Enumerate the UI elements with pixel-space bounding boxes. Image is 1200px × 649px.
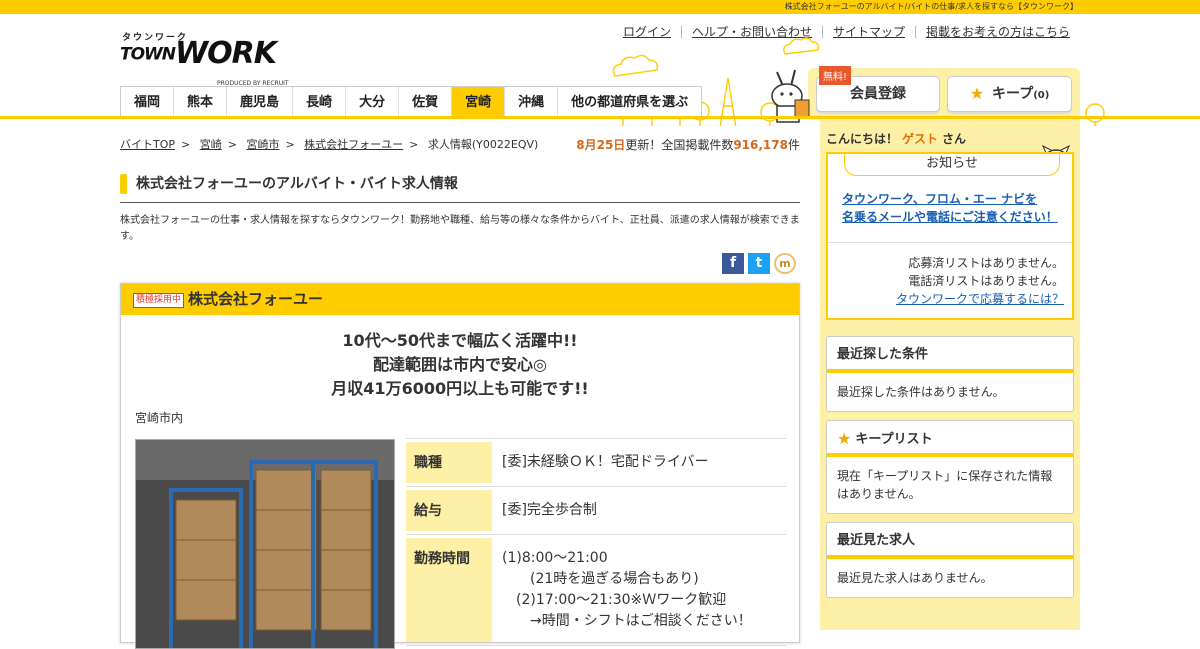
page-title: 株式会社フォーユーのアルバイト・バイト求人情報 <box>120 174 800 203</box>
tab-other-prefectures[interactable]: 他の都道府県を選ぶ <box>557 87 701 118</box>
row-label: 給与 <box>406 490 492 531</box>
townwork-logo[interactable]: タウンワーク TOWNWORK PRODUCED BY RECRUIT <box>120 30 296 87</box>
breadcrumb-item[interactable]: 宮崎 <box>200 138 222 151</box>
tab-miyazaki[interactable]: 宮崎 <box>451 87 505 118</box>
table-row: 職種 [委]未経験ＯＫ！宅配ドライバー <box>406 439 786 487</box>
job-location: 宮崎市内 <box>135 411 184 425</box>
tab-kagoshima[interactable]: 鹿児島 <box>226 87 292 118</box>
application-status: 応募済リストはありません。 電話済リストはありません。 タウンワークで応募するに… <box>895 256 1064 306</box>
mascot-dog-icon <box>771 69 810 123</box>
hiring-badge: 積極採用中 <box>133 293 185 308</box>
recent-search-body: 最近探した条件はありません。 <box>837 385 1005 399</box>
keep-list-title: ★ キープリスト <box>827 421 1073 457</box>
tab-saga[interactable]: 佐賀 <box>398 87 451 118</box>
recent-viewed-body: 最近見た求人はありません。 <box>837 571 993 585</box>
job-card-header: 積極採用中 株式会社フォーユー <box>121 284 799 315</box>
page-description: 株式会社フォーユーの仕事・求人情報を探すならタウンワーク！勤務地や職種、給与等の… <box>120 215 800 242</box>
breadcrumb-item[interactable]: バイトTOP <box>120 138 175 151</box>
table-row: 給与 [委]完全歩合制 <box>406 487 786 535</box>
tab-okinawa[interactable]: 沖縄 <box>504 87 557 118</box>
social-share: f t m <box>722 253 796 274</box>
job-details-table: 職種 [委]未経験ＯＫ！宅配ドライバー 給与 [委]完全歩合制 勤務時間 (1)… <box>406 438 786 646</box>
job-card: 積極採用中 株式会社フォーユー 10代～50代まで幅広く活躍中!! 配達範囲は市内… <box>120 283 800 649</box>
divider <box>828 242 1072 243</box>
top-banner-text: 株式会社フォーユーのアルバイト/バイトの仕事/求人を探すなら【タウンワーク】 <box>0 0 1200 14</box>
prefecture-tabs: 福岡 熊本 鹿児島 長崎 大分 佐賀 宮崎 沖縄 他の都道府県を選ぶ <box>120 86 703 118</box>
free-badge: 無料! <box>819 66 852 85</box>
company-name[interactable]: 株式会社フォーユー <box>188 290 323 308</box>
row-value: [委]未経験ＯＫ！宅配ドライバー <box>502 454 709 470</box>
row-label: 勤務時間 <box>406 538 492 642</box>
keep-list-body: 現在「キープリスト」に保存された情報はありません。 <box>837 469 1053 501</box>
keep-button[interactable]: ★ キープ(0) <box>947 76 1072 112</box>
tab-kumamoto[interactable]: 熊本 <box>173 87 226 118</box>
notice-box: お知らせ タウンワーク、フロム・エー ナビを 名乗るメールや電話にご注意ください… <box>826 152 1074 320</box>
breadcrumb: バイトTOP > 宮崎 > 宮崎市 > 株式会社フォーユー > 求人情報(Y0022EQ… <box>120 138 539 151</box>
keep-list-box: ★ キープリスト 現在「キープリスト」に保存された情報はありません。 <box>826 420 1074 514</box>
greeting: こんにちは！ ゲスト さん <box>826 132 967 146</box>
site-header: タウンワーク TOWNWORK PRODUCED BY RECRUIT ログイン… <box>0 14 1200 126</box>
sidebar: こんにちは！ ゲスト さん お知らせ タウンワーク、フロム・エー ナビを 名乗るメー… <box>820 119 1080 630</box>
star-icon: ★ <box>969 84 985 103</box>
recent-viewed-box: 最近見た求人 最近見た求人はありません。 <box>826 522 1074 598</box>
star-icon: ★ <box>837 429 852 448</box>
update-info: 8月25日更新！全国掲載件数916,178件 <box>576 138 800 152</box>
breadcrumb-item[interactable]: 宮崎市 <box>246 138 279 151</box>
tab-oita[interactable]: 大分 <box>345 87 398 118</box>
tab-nagasaki[interactable]: 長崎 <box>292 87 345 118</box>
tab-fukuoka[interactable]: 福岡 <box>121 87 173 118</box>
table-row: 勤務時間 (1)8:00～21:00 (21時を過ぎる場合もあり) (2)17:… <box>406 535 786 646</box>
recent-search-box: 最近探した条件 最近探した条件はありません。 <box>826 336 1074 412</box>
row-value: [委]完全歩合制 <box>502 502 597 518</box>
notice-warning-link[interactable]: タウンワーク、フロム・エー ナビを 名乗るメールや電話にご注意ください！ <box>842 190 1072 226</box>
row-value: (1)8:00～21:00 (21時を過ぎる場合もあり) (2)17:00～21… <box>502 550 752 629</box>
mixi-icon[interactable]: m <box>774 253 796 274</box>
job-catchphrase: 10代～50代まで幅広く活躍中!! 配達範囲は市内で安心◎ 月収41万6000円… <box>331 331 589 398</box>
job-photo <box>135 439 395 649</box>
recent-search-title: 最近探した条件 <box>827 337 1073 373</box>
row-label: 職種 <box>406 442 492 483</box>
recent-viewed-title: 最近見た求人 <box>827 523 1073 559</box>
facebook-icon[interactable]: f <box>722 253 744 274</box>
notice-title: お知らせ <box>844 154 1060 176</box>
breadcrumb-current: 求人情報(Y0022EQV) <box>427 138 539 151</box>
how-to-apply-link[interactable]: タウンワークで応募するには？ <box>896 292 1064 306</box>
breadcrumb-item[interactable]: 株式会社フォーユー <box>304 138 403 151</box>
twitter-icon[interactable]: t <box>748 253 770 274</box>
